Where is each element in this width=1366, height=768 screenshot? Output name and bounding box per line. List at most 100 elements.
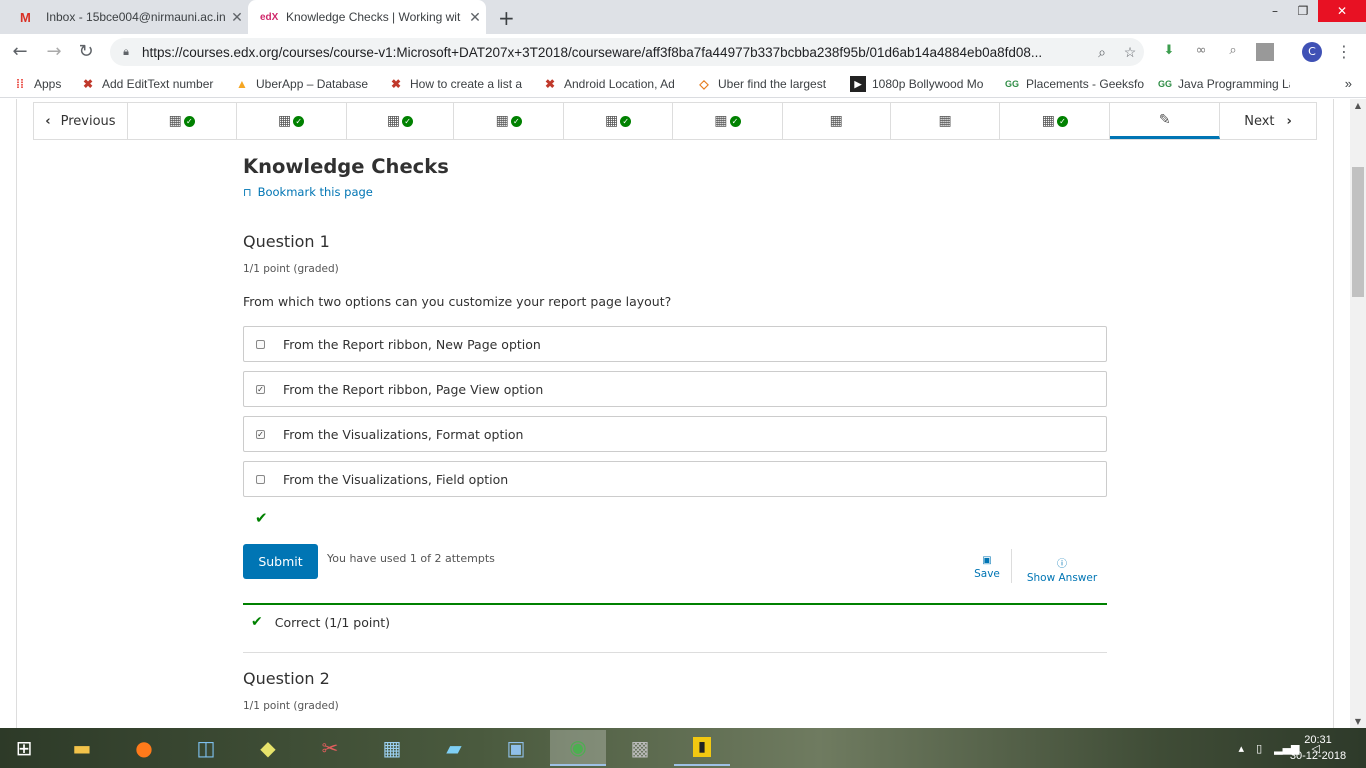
correct-check-icon: ✔ (255, 509, 268, 527)
extension-binoculars-icon[interactable]: ∞ (1192, 43, 1210, 61)
bookmark-item[interactable]: GG Placements - Geeksfo (1004, 76, 1146, 92)
star-icon[interactable]: ☆ (1116, 44, 1144, 61)
minimize-button[interactable]: – (1262, 0, 1288, 22)
clock[interactable]: 20:31 30-12-2018 (1286, 732, 1350, 764)
sequence-unit-5[interactable]: ▦ ✓ (564, 103, 673, 139)
menu-kebab-icon[interactable]: ⋮ (1336, 42, 1352, 61)
url-text[interactable]: https://courses.edx.org/courses/course-v… (142, 45, 1088, 60)
bookmark-item[interactable]: ▶ 1080p Bollywood Mo (850, 75, 992, 92)
checkbox-checked[interactable]: ✓ (256, 429, 265, 439)
answer-option[interactable]: From the Visualizations, Field option (243, 461, 1107, 497)
power-bi-icon[interactable]: ▮ (674, 730, 730, 766)
firefox-icon[interactable]: ● (116, 730, 172, 766)
page-title: Knowledge Checks (243, 155, 449, 178)
sequence-unit-7[interactable]: ▦ (783, 103, 891, 139)
tab-edx[interactable]: edX Knowledge Checks | Working wit ✕ (248, 0, 486, 34)
search-icon[interactable]: ⌕ (1088, 44, 1116, 61)
question-title: Question 1 (243, 232, 330, 251)
browser-toolbar: ← → ↻ 🔒︎ https://courses.edx.org/courses… (0, 34, 1366, 70)
gmail-icon: M (20, 9, 31, 25)
tab-title: Inbox - 15bce004@nirmauni.ac.in (46, 10, 226, 24)
action-divider (1011, 549, 1012, 583)
sequence-unit-10[interactable]: ✎ (1110, 103, 1221, 139)
bookmark-page-link[interactable]: ⊓ Bookmark this page (243, 185, 373, 199)
check-circle-icon: ✓ (402, 115, 414, 127)
snipping-tool-icon[interactable]: ✂ (302, 730, 358, 766)
notepad-icon[interactable]: ▰ (426, 730, 482, 766)
bookmark-item[interactable]: ▲ UberApp – Database (234, 76, 376, 92)
sequence-unit-6[interactable]: ▦ ✓ (673, 103, 783, 139)
checkbox[interactable] (256, 474, 265, 484)
blog-icon: ◇ (699, 76, 709, 91)
tab-gmail[interactable]: M Inbox - 15bce004@nirmauni.ac.in ✕ (8, 0, 248, 34)
check-circle-icon: ✓ (293, 115, 305, 127)
bookmark-item[interactable]: GG Java Programming La (1158, 76, 1290, 92)
submit-button[interactable]: Submit (243, 544, 318, 579)
scrollbar-thumb[interactable] (1352, 167, 1364, 297)
answer-option[interactable]: ✓ From the Visualizations, Format option (243, 416, 1107, 452)
video-icon: ▦ (829, 113, 843, 129)
show-hidden-icons-icon[interactable]: ▴ (1239, 742, 1245, 755)
video-icon: ▦ (168, 113, 182, 129)
back-arrow-icon[interactable]: ← (8, 40, 32, 64)
task-manager-icon[interactable]: ◫ (178, 730, 234, 766)
bookmark-apps[interactable]: ⁞⁞ Apps (12, 76, 68, 92)
extension-download-icon[interactable]: ⬇ (1160, 43, 1178, 61)
calculator-icon[interactable]: ▦ (364, 730, 420, 766)
windows-start-icon[interactable]: ⊞ (0, 730, 48, 766)
scroll-up-icon[interactable]: ▲ (1350, 101, 1366, 110)
forward-arrow-icon[interactable]: → (42, 40, 66, 64)
checkbox-checked[interactable]: ✓ (256, 384, 265, 394)
profile-avatar[interactable]: C (1302, 42, 1322, 62)
sequence-unit-8[interactable]: ▦ (891, 103, 1001, 139)
edit-problem-icon: ✎ (1158, 111, 1171, 128)
maximize-button[interactable]: ❐ (1290, 0, 1316, 22)
correct-notification: ✔ Correct (1/1 point) (243, 603, 1107, 639)
scroll-down-icon[interactable]: ▼ (1350, 717, 1366, 726)
answer-option[interactable]: From the Report ribbon, New Page option (243, 326, 1107, 362)
save-button[interactable]: ▣ Save (963, 555, 1011, 580)
close-window-button[interactable]: ✕ (1318, 0, 1366, 22)
video-icon: ▦ (1041, 113, 1056, 129)
page-scrollbar[interactable]: ▲ ▼ (1350, 99, 1366, 728)
sequence-unit-4[interactable]: ▦ ✓ (454, 103, 565, 139)
sequence-unit-2[interactable]: ▦ ✓ (237, 103, 347, 139)
new-tab-button[interactable]: + (498, 6, 515, 30)
file-explorer-icon[interactable]: ▬ (54, 730, 110, 766)
bookmark-item[interactable]: ◇ Uber find the largest (696, 76, 838, 92)
firewall-icon[interactable]: ▩ (612, 730, 668, 766)
attempts-text: You have used 1 of 2 attempts (327, 552, 495, 565)
next-button[interactable]: Next › (1220, 103, 1316, 139)
check-circle-icon: ✓ (1057, 115, 1069, 127)
bookmarks-bar: ⁞⁞ Apps ✖ Add EditText number ▲ UberApp – D… (0, 70, 1366, 98)
geeksforgeeks-icon: GG (1158, 78, 1173, 89)
bookmark-item[interactable]: ✖ How to create a list a (388, 76, 530, 92)
bookmark-item[interactable]: ✖ Android Location, Ad (542, 76, 684, 92)
battery-icon[interactable]: ▯ (1256, 742, 1262, 755)
sticky-notes-icon[interactable]: ◆ (240, 730, 296, 766)
show-answer-button[interactable]: ⓘ Show Answer (1019, 555, 1105, 584)
extension-box-icon[interactable] (1256, 43, 1274, 61)
extension-search-icon[interactable]: ⌕ (1224, 43, 1242, 61)
close-tab-icon[interactable]: ✕ (226, 9, 248, 26)
bookmark-item[interactable]: ✖ Add EditText number (80, 76, 222, 92)
video-icon: ▦ (714, 113, 728, 129)
question-points: 1/1 point (graded) (243, 263, 339, 275)
chrome-icon[interactable]: ◉ (550, 730, 606, 766)
check-circle-icon: ✓ (510, 115, 522, 127)
answer-option[interactable]: ✓ From the Report ribbon, Page View opti… (243, 371, 1107, 407)
check-circle-icon: ✓ (729, 115, 741, 127)
bookmarks-overflow-icon[interactable]: » (1345, 76, 1352, 91)
reload-icon[interactable]: ↻ (74, 40, 98, 64)
control-panel-icon[interactable]: ▣ (488, 730, 544, 766)
sequence-unit-1[interactable]: ▦ ✓ (128, 103, 237, 139)
close-tab-icon[interactable]: ✕ (464, 9, 486, 26)
question-points: 1/1 point (graded) (243, 700, 339, 712)
apps-grid-icon: ⁞⁞ (16, 76, 24, 91)
page-content: ‹ Previous ▦ ✓ ▦ ✓ ▦ ✓ ▦ ✓ ▦ ✓ ▦ ✓ ▦ ▦ ▦ ✓ ✎ Ne… (0, 99, 1350, 728)
previous-button[interactable]: ‹ Previous (34, 103, 128, 139)
checkbox[interactable] (256, 339, 265, 349)
sequence-unit-9[interactable]: ▦ ✓ (1000, 103, 1111, 139)
address-bar[interactable]: 🔒︎ https://courses.edx.org/courses/cours… (110, 38, 1144, 66)
sequence-unit-3[interactable]: ▦ ✓ (347, 103, 455, 139)
